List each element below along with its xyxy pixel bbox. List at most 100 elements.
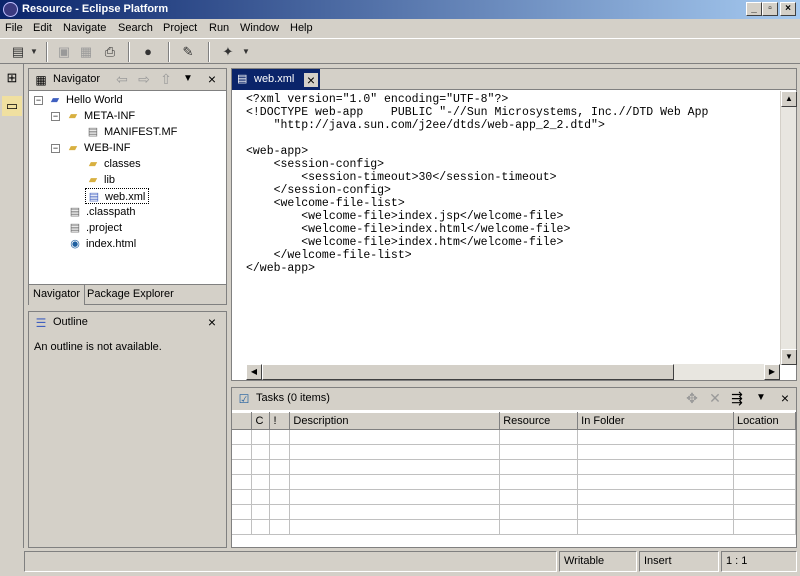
table-cell [577,489,734,505]
save-icon[interactable]: ▣ [54,42,74,62]
run-icon[interactable]: ✦ [218,42,238,62]
resource-perspective-icon[interactable]: ▭ [2,96,22,116]
column-header-location[interactable]: Location [733,412,797,430]
column-header-completed[interactable]: C [251,412,271,430]
chevron-down-icon[interactable]: ▼ [28,42,40,62]
collapse-icon[interactable]: − [51,112,60,121]
tree-item-label: WEB-INF [84,142,131,154]
table-row [232,474,797,490]
eclipse-logo-icon [3,2,18,17]
scroll-thumb[interactable] [262,364,674,380]
forward-arrow-icon[interactable]: ⇨ [137,72,151,86]
column-header-priority[interactable]: ! [269,412,291,430]
navigator-title: Navigator [53,73,101,85]
column-header-resource[interactable]: Resource [499,412,579,430]
tree-item-label: Hello World [66,94,123,106]
menu-help[interactable]: Help [290,22,313,34]
column-header-in-folder[interactable]: In Folder [577,412,734,430]
editor-tab-bar: ▤ web.xml × [232,69,796,90]
editor-view: ▤ web.xml × <?xml version="1.0" encoding… [231,68,797,381]
folder-icon: ▰ [68,110,78,122]
column-header[interactable] [232,412,253,430]
tree-item[interactable]: ◉ index.html [67,236,136,252]
menu-search[interactable]: Search [118,22,153,34]
new-task-icon[interactable]: ✥ [685,391,699,405]
table-row [232,489,797,505]
editor-horizontal-scrollbar[interactable]: ◀ ▶ [246,364,780,380]
table-cell [269,474,291,490]
menu-project[interactable]: Project [163,22,197,34]
tab-navigator[interactable]: Navigator [29,285,86,305]
scroll-down-icon[interactable]: ▼ [781,349,797,365]
editor-text[interactable]: <?xml version="1.0" encoding="UTF-8"?> <… [246,93,708,275]
perspective-bar: ⊞ ▭ [0,64,24,548]
tab-package-explorer[interactable]: Package Explorer [83,285,178,305]
tree-item[interactable]: ▰ META-INF [65,108,135,124]
column-header-description[interactable]: Description [289,412,501,430]
file-icon: ▤ [69,206,81,218]
menu-file[interactable]: File [5,22,23,34]
collapse-icon[interactable]: − [51,144,60,153]
menu-edit[interactable]: Edit [33,22,52,34]
close-window-button[interactable]: × [780,2,796,16]
delete-icon[interactable]: ✕ [708,391,722,405]
scroll-left-icon[interactable]: ◀ [246,364,262,380]
menu-window[interactable]: Window [240,22,279,34]
table-cell [269,444,291,460]
save-all-icon[interactable]: ▦ [76,42,96,62]
collapse-icon[interactable]: − [34,96,43,105]
view-menu-icon[interactable]: ▼ [754,391,768,405]
tree-item-label: lib [104,174,116,186]
menu-bar: File Edit Navigate Search Project Run Wi… [0,19,800,38]
close-icon[interactable]: × [304,73,318,87]
close-icon[interactable]: × [205,315,219,329]
close-icon[interactable]: × [778,391,792,405]
back-arrow-icon[interactable]: ⇦ [115,72,129,86]
tree-item[interactable]: ▰ lib [85,172,115,188]
maximize-button[interactable]: ▫ [762,2,778,16]
tree-item-label: .classpath [86,206,136,218]
close-icon[interactable]: × [205,72,219,86]
editor-tab-label: web.xml [254,73,295,85]
editor-vertical-scrollbar[interactable]: ▲ ▼ [780,91,797,365]
toolbar-separator [46,42,48,62]
tree-item[interactable]: ▤ .project [67,220,122,236]
table-cell [289,444,501,460]
filter-icon[interactable]: ⇶ [730,391,744,405]
menu-run[interactable]: Run [209,22,229,34]
status-bar: Writable Insert 1 : 1 [0,548,800,576]
menu-navigate[interactable]: Navigate [63,22,106,34]
tree-item-label: META-INF [84,110,136,122]
view-menu-icon[interactable]: ▼ [181,72,195,86]
tree-item[interactable]: ▰ Hello World [47,92,123,108]
tree-item[interactable]: ▤ .classpath [67,204,136,220]
print-icon[interactable]: ⎙ [100,42,120,62]
table-cell [499,504,579,520]
tree-item[interactable]: ▤ MANIFEST.MF [85,124,178,140]
tree-item-label: index.html [86,238,137,250]
search-icon[interactable]: ● [138,42,158,62]
table-row [232,429,797,445]
minimize-button[interactable]: _ [746,2,762,16]
table-cell [251,489,271,505]
table-cell [289,459,501,475]
table-cell [499,489,579,505]
build-icon[interactable]: ✎ [178,42,198,62]
tasks-header-row: C ! Description Resource In Folder Locat… [232,412,797,430]
up-arrow-icon[interactable]: ⇧ [159,72,173,86]
status-insert-mode: Insert [639,551,719,572]
table-cell [251,459,271,475]
scroll-up-icon[interactable]: ▲ [781,91,797,107]
table-cell [232,444,253,460]
tree-item-selected[interactable]: ▤ web.xml [85,188,150,204]
tree-item[interactable]: ▰ classes [85,156,141,172]
table-cell [232,519,253,535]
scroll-right-icon[interactable]: ▶ [764,364,780,380]
new-wizard-icon[interactable]: ▤ [8,42,28,62]
table-cell [269,504,291,520]
tree-item[interactable]: ▰ WEB-INF [65,140,131,156]
table-row [232,459,797,475]
open-perspective-icon[interactable]: ⊞ [2,68,22,88]
chevron-down-icon[interactable]: ▼ [240,42,252,62]
table-cell [577,429,734,445]
